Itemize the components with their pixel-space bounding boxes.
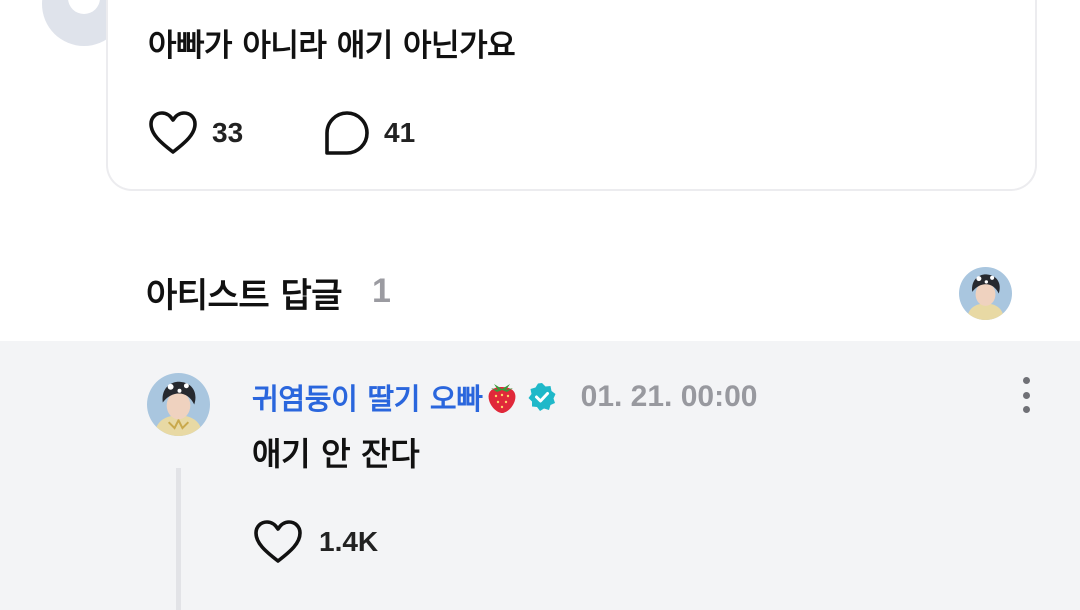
heart-outline-icon — [254, 520, 302, 563]
post-text: 아빠가 아니라 애기 아닌가요 — [148, 28, 516, 64]
reply-author-avatar[interactable] — [147, 373, 210, 436]
post-like-count: 33 — [212, 117, 244, 148]
artist-replies-count: 1 — [372, 272, 391, 310]
default-avatar-head — [68, 0, 100, 14]
heart-outline-icon — [149, 111, 197, 154]
artist-replies-title: 아티스트 답글 — [146, 276, 343, 316]
post-like-button[interactable]: 33 — [148, 110, 243, 156]
reply-like-count: 1.4K — [319, 526, 379, 557]
thread-line — [176, 468, 181, 610]
speech-bubble-icon — [325, 111, 369, 155]
post-comment-count: 41 — [384, 117, 416, 148]
vertical-ellipsis-icon — [1022, 406, 1030, 413]
reply-text: 애기 안 잔다 — [252, 435, 420, 473]
post-comment-button[interactable]: 41 — [324, 110, 415, 156]
reply-author-name[interactable]: 귀염둥이 딸기 오빠 — [252, 376, 483, 418]
vertical-ellipsis-icon — [1022, 391, 1030, 399]
strawberry-icon — [488, 384, 516, 413]
reply-timestamp: 01. 21. 00:00 — [580, 380, 758, 413]
reply-header: 귀염둥이 딸기 오빠 01. 21. 00:00 — [252, 376, 757, 418]
comments-page: 아빠가 아니라 애기 아닌가요 33 41 아티스트 답글 1 귀염둥이 딸기 … — [0, 0, 1080, 610]
artist-reply: 귀염둥이 딸기 오빠 01. 21. 00:00 애기 안 잔다 1.4K — [0, 341, 1080, 610]
more-options-button[interactable] — [1014, 377, 1038, 413]
vertical-ellipsis-icon — [1022, 377, 1030, 384]
reply-like-button[interactable]: 1.4K — [253, 519, 378, 565]
artist-avatar[interactable] — [959, 267, 1012, 320]
verified-badge-icon — [528, 383, 556, 411]
